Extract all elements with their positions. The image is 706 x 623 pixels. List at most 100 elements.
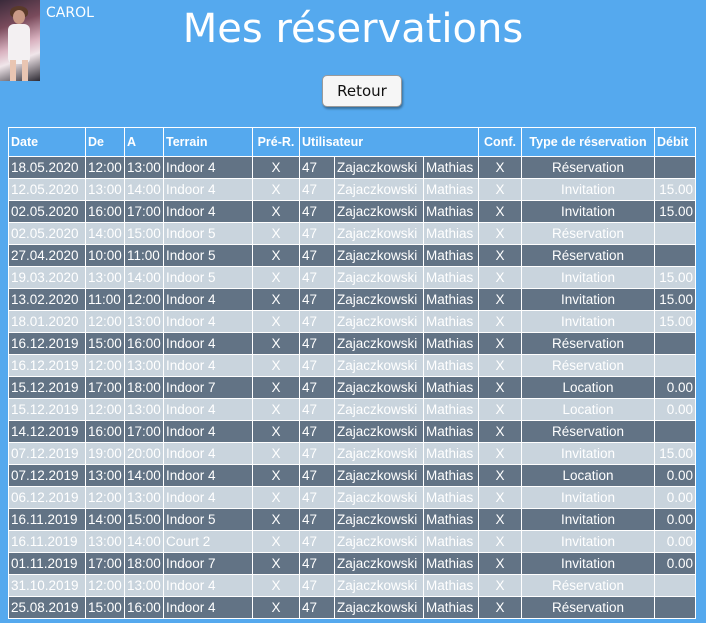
cell-from: 11:00 <box>85 288 125 311</box>
cell-confirmed: X <box>478 420 522 443</box>
cell-user-lastname: Zajaczkowski <box>334 486 424 509</box>
cell-date: 16.11.2019 <box>8 508 86 531</box>
cell-debit: 15.00 <box>654 178 696 201</box>
cell-confirmed: X <box>478 442 522 465</box>
cell-date: 06.12.2019 <box>8 486 86 509</box>
cell-user-lastname: Zajaczkowski <box>334 310 424 333</box>
cell-user-firstname: Mathias <box>423 178 479 201</box>
cell-user-firstname: Mathias <box>423 244 479 267</box>
cell-user-lastname: Zajaczkowski <box>334 354 424 377</box>
cell-user-lastname: Zajaczkowski <box>334 266 424 289</box>
cell-user-firstname: Mathias <box>423 332 479 355</box>
cell-user-firstname: Mathias <box>423 354 479 377</box>
cell-debit: 0.00 <box>654 552 696 575</box>
cell-reservation-type: Invitation <box>521 310 655 333</box>
cell-pre-reservation: X <box>252 332 300 355</box>
cell-to: 14:00 <box>124 178 164 201</box>
cell-reservation-type: Réservation <box>521 596 655 619</box>
cell-from: 13:00 <box>85 530 125 553</box>
cell-date: 07.12.2019 <box>8 464 86 487</box>
cell-reservation-type: Réservation <box>521 332 655 355</box>
cell-confirmed: X <box>478 288 522 311</box>
cell-pre-reservation: X <box>252 508 300 531</box>
cell-court: Indoor 5 <box>163 508 253 531</box>
cell-reservation-type: Réservation <box>521 156 655 179</box>
cell-court: Indoor 4 <box>163 288 253 311</box>
cell-reservation-type: Location <box>521 398 655 421</box>
cell-confirmed: X <box>478 530 522 553</box>
table-row: 02.05.2020 14:00 15:00 Indoor 5 X 47 Zajaczkow… <box>8 222 696 245</box>
cell-to: 18:00 <box>124 552 164 575</box>
cell-reservation-type: Invitation <box>521 508 655 531</box>
cell-from: 12:00 <box>85 574 125 597</box>
cell-pre-reservation: X <box>252 442 300 465</box>
cell-from: 12:00 <box>85 486 125 509</box>
cell-user-lastname: Zajaczkowski <box>334 420 424 443</box>
cell-user-lastname: Zajaczkowski <box>334 244 424 267</box>
cell-user-firstname: Mathias <box>423 464 479 487</box>
cell-debit <box>654 244 696 267</box>
cell-user-number: 47 <box>299 420 335 443</box>
cell-user-lastname: Zajaczkowski <box>334 288 424 311</box>
cell-user-firstname: Mathias <box>423 156 479 179</box>
cell-from: 13:00 <box>85 178 125 201</box>
cell-to: 20:00 <box>124 442 164 465</box>
cell-date: 16.12.2019 <box>8 332 86 355</box>
cell-confirmed: X <box>478 266 522 289</box>
header-reservation-type: Type de réservation <box>521 127 655 157</box>
cell-debit <box>654 420 696 443</box>
cell-user-lastname: Zajaczkowski <box>334 530 424 553</box>
cell-date: 07.12.2019 <box>8 442 86 465</box>
cell-confirmed: X <box>478 464 522 487</box>
cell-court: Indoor 7 <box>163 552 253 575</box>
header-pre-reservation: Pré-R. <box>252 127 300 157</box>
cell-pre-reservation: X <box>252 222 300 245</box>
cell-user-number: 47 <box>299 266 335 289</box>
cell-court: Indoor 4 <box>163 442 253 465</box>
cell-reservation-type: Réservation <box>521 244 655 267</box>
cell-reservation-type: Location <box>521 464 655 487</box>
cell-user-number: 47 <box>299 508 335 531</box>
cell-court: Indoor 5 <box>163 222 253 245</box>
cell-to: 13:00 <box>124 156 164 179</box>
cell-debit: 15.00 <box>654 442 696 465</box>
cell-to: 18:00 <box>124 376 164 399</box>
cell-to: 16:00 <box>124 332 164 355</box>
cell-confirmed: X <box>478 222 522 245</box>
header-debit: Débit <box>654 127 696 157</box>
cell-court: Indoor 5 <box>163 244 253 267</box>
back-button[interactable]: Retour <box>322 75 402 107</box>
cell-court: Indoor 4 <box>163 178 253 201</box>
table-row: 12.05.2020 13:00 14:00 Indoor 4 X 47 Zajaczkow… <box>8 178 696 201</box>
table-row: 16.12.2019 12:00 13:00 Indoor 4 X 47 Zajaczkow… <box>8 354 696 377</box>
cell-debit: 15.00 <box>654 288 696 311</box>
cell-to: 16:00 <box>124 596 164 619</box>
cell-reservation-type: Invitation <box>521 178 655 201</box>
cell-debit: 0.00 <box>654 398 696 421</box>
cell-user-firstname: Mathias <box>423 574 479 597</box>
cell-court: Indoor 5 <box>163 266 253 289</box>
cell-court: Court 2 <box>163 530 253 553</box>
table-header-row: Date De A Terrain Pré-R. Utilisateur Con… <box>8 127 696 157</box>
cell-from: 15:00 <box>85 596 125 619</box>
table-row: 06.12.2019 12:00 13:00 Indoor 4 X 47 Zajaczkow… <box>8 486 696 509</box>
cell-court: Indoor 4 <box>163 156 253 179</box>
cell-date: 18.05.2020 <box>8 156 86 179</box>
cell-from: 12:00 <box>85 354 125 377</box>
table-row: 16.12.2019 15:00 16:00 Indoor 4 X 47 Zajaczkow… <box>8 332 696 355</box>
cell-debit: 15.00 <box>654 200 696 223</box>
cell-pre-reservation: X <box>252 398 300 421</box>
cell-user-lastname: Zajaczkowski <box>334 376 424 399</box>
cell-confirmed: X <box>478 574 522 597</box>
cell-court: Indoor 4 <box>163 398 253 421</box>
cell-pre-reservation: X <box>252 574 300 597</box>
cell-user-number: 47 <box>299 552 335 575</box>
cell-confirmed: X <box>478 398 522 421</box>
cell-user-lastname: Zajaczkowski <box>334 574 424 597</box>
cell-user-number: 47 <box>299 200 335 223</box>
cell-from: 10:00 <box>85 244 125 267</box>
cell-to: 14:00 <box>124 266 164 289</box>
cell-from: 14:00 <box>85 222 125 245</box>
cell-reservation-type: Invitation <box>521 486 655 509</box>
cell-user-firstname: Mathias <box>423 288 479 311</box>
